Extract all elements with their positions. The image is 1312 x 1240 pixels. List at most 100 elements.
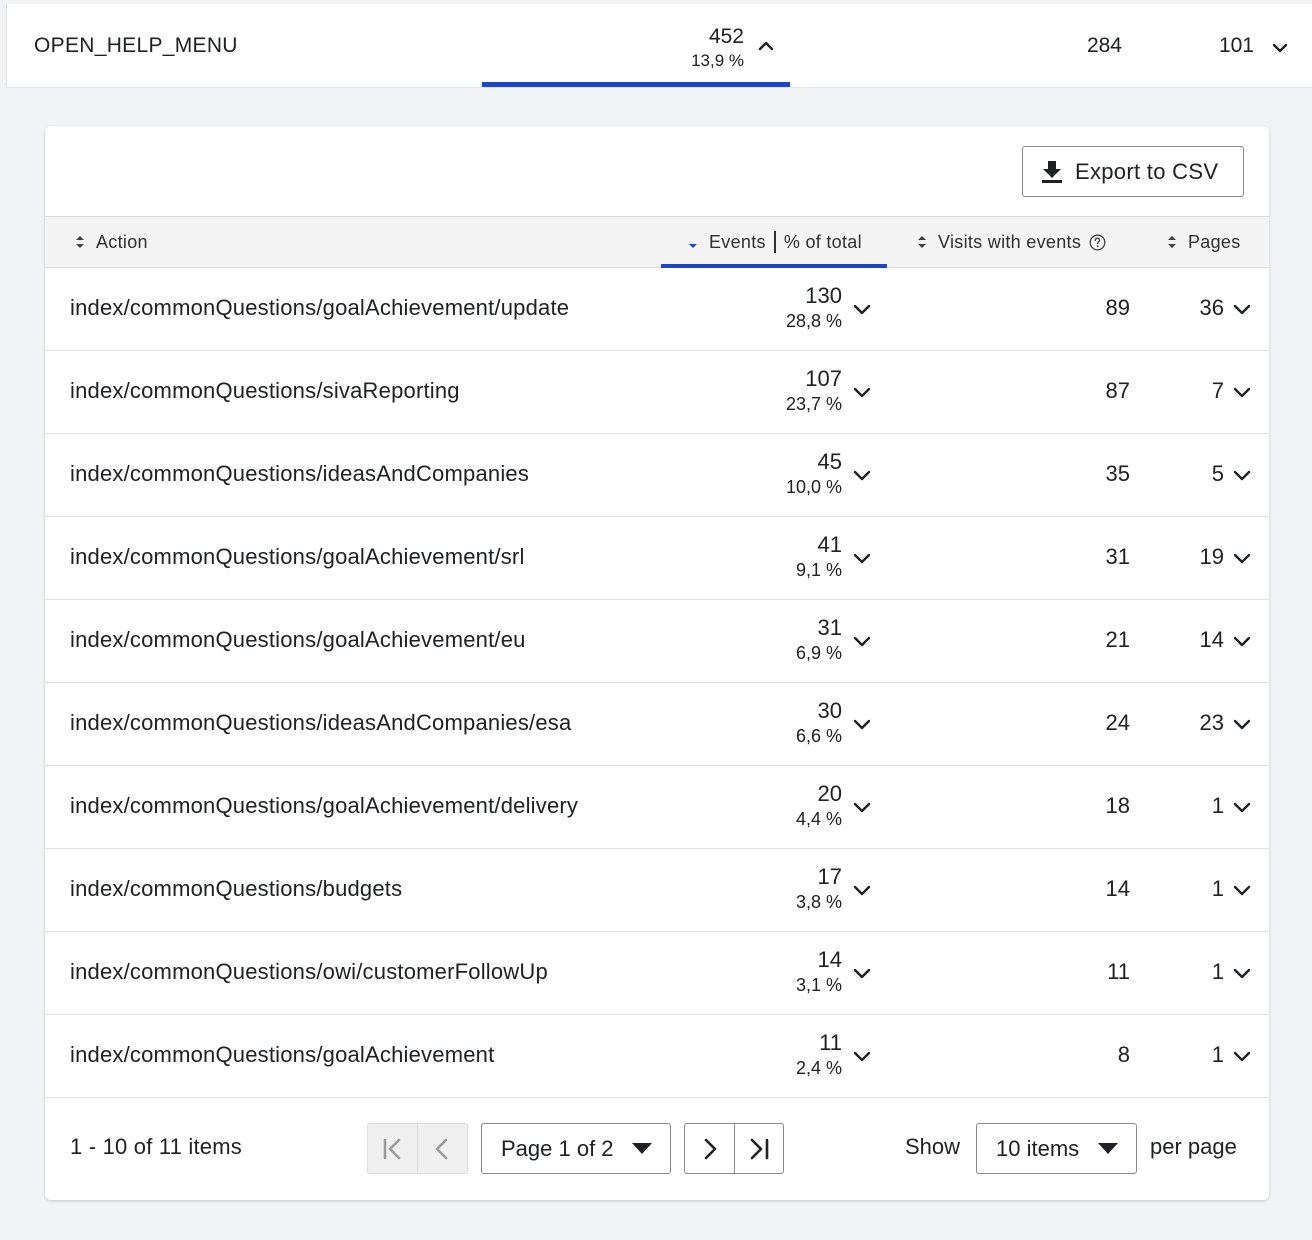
export-csv-button[interactable]: Export to CSV bbox=[1022, 146, 1244, 197]
page-select-label: Page 1 of 2 bbox=[501, 1135, 614, 1161]
first-page-icon bbox=[383, 1138, 400, 1159]
table-row[interactable]: index/commonQuestions/ideasAndCompanies/… bbox=[45, 683, 1269, 766]
row-action: index/commonQuestions/budgets bbox=[70, 876, 403, 901]
row-action: index/commonQuestions/ideasAndCompanies bbox=[70, 461, 530, 486]
chevron-down-icon[interactable] bbox=[1231, 962, 1253, 984]
row-pages-value: 1 bbox=[1211, 1042, 1224, 1067]
chevron-down-icon[interactable] bbox=[1270, 38, 1290, 58]
column-header-divider bbox=[773, 231, 776, 253]
row-visits-value: 35 bbox=[1105, 461, 1130, 486]
page-select[interactable]: Page 1 of 2 bbox=[481, 1123, 671, 1174]
row-action: index/commonQuestions/sivaReporting bbox=[70, 378, 460, 403]
row-events-value: 41 bbox=[817, 532, 842, 557]
column-header-visits[interactable]: Visits with events bbox=[917, 217, 1106, 267]
chevron-down-icon[interactable] bbox=[1231, 464, 1253, 486]
table-row[interactable]: index/commonQuestions/goalAchievement/up… bbox=[45, 268, 1269, 351]
chevron-down-icon[interactable] bbox=[851, 713, 873, 735]
row-visits-value: 21 bbox=[1105, 627, 1130, 652]
row-events-value: 17 bbox=[817, 864, 842, 889]
row-visits-value: 87 bbox=[1105, 378, 1130, 403]
row-action: index/commonQuestions/goalAchievement bbox=[70, 1042, 495, 1067]
parent-visits-value: 284 bbox=[1086, 34, 1122, 57]
per-page-label: per page bbox=[1150, 1134, 1237, 1159]
last-page-button[interactable] bbox=[734, 1124, 783, 1173]
chevron-down-icon[interactable] bbox=[851, 464, 873, 486]
chevron-down-icon[interactable] bbox=[851, 381, 873, 403]
row-events-cell: 31 6,9 % bbox=[796, 615, 842, 665]
row-visits-value: 18 bbox=[1105, 793, 1130, 818]
chevron-down-icon[interactable] bbox=[1231, 713, 1253, 735]
row-action: index/commonQuestions/ideasAndCompanies/… bbox=[70, 710, 572, 735]
items-per-page-select[interactable]: 10 items bbox=[976, 1123, 1137, 1174]
row-events-value: 107 bbox=[805, 366, 842, 391]
row-visits-value: 14 bbox=[1105, 876, 1130, 901]
table-row[interactable]: index/commonQuestions/goalAchievement/sr… bbox=[45, 517, 1269, 600]
row-events-pct: 3,1 % bbox=[795, 975, 842, 995]
chevron-down-icon[interactable] bbox=[1231, 1045, 1253, 1067]
row-pages-value: 14 bbox=[1199, 627, 1224, 652]
column-header-pages-label: Pages bbox=[1188, 231, 1241, 252]
active-column-indicator bbox=[482, 82, 790, 87]
table-body: index/commonQuestions/goalAchievement/up… bbox=[45, 268, 1269, 1098]
row-events-pct: 3,8 % bbox=[795, 892, 842, 912]
row-events-pct: 23,7 % bbox=[785, 394, 842, 414]
row-events-value: 130 bbox=[805, 283, 842, 308]
table-row[interactable]: index/commonQuestions/sivaReporting 107 23… bbox=[45, 351, 1269, 434]
table-row[interactable]: index/commonQuestions/goalAchievement/eu… bbox=[45, 600, 1269, 683]
chevron-down-icon[interactable] bbox=[851, 879, 873, 901]
chevron-down-icon[interactable] bbox=[1231, 630, 1253, 652]
table-row[interactable]: index/commonQuestions/ideasAndCompanies 4… bbox=[45, 434, 1269, 517]
column-header-events-label: Events bbox=[709, 231, 766, 252]
column-header-action[interactable]: Action bbox=[75, 217, 148, 267]
table-row[interactable]: index/commonQuestions/goalAchievement/de… bbox=[45, 766, 1269, 849]
items-per-page-label: 10 items bbox=[996, 1135, 1080, 1161]
row-pages-value: 7 bbox=[1211, 378, 1224, 403]
chevron-down-icon[interactable] bbox=[1231, 547, 1253, 569]
next-page-button[interactable] bbox=[685, 1124, 734, 1173]
table-row[interactable]: index/commonQuestions/owi/customerFollow… bbox=[45, 932, 1269, 1015]
chevron-down-icon[interactable] bbox=[1231, 381, 1253, 403]
help-icon[interactable] bbox=[1089, 234, 1106, 251]
caret-down-icon bbox=[1098, 1143, 1118, 1154]
row-visits-value: 11 bbox=[1107, 959, 1130, 984]
column-header-pct-label: % of total bbox=[783, 231, 862, 252]
column-header-pages[interactable]: Pages bbox=[1167, 217, 1241, 267]
row-events-pct: 2,4 % bbox=[795, 1058, 842, 1078]
download-icon bbox=[1042, 160, 1062, 183]
prev-page-button[interactable] bbox=[418, 1124, 467, 1173]
row-events-value: 14 bbox=[817, 947, 842, 972]
column-header-visits-label: Visits with events bbox=[938, 231, 1082, 252]
chevron-down-icon[interactable] bbox=[1231, 298, 1253, 320]
chevron-down-icon[interactable] bbox=[851, 796, 873, 818]
show-label: Show bbox=[905, 1134, 961, 1159]
caret-down-icon bbox=[632, 1143, 652, 1154]
chevron-down-icon[interactable] bbox=[851, 962, 873, 984]
row-events-cell: 45 10,0 % bbox=[786, 449, 842, 499]
chevron-up-icon[interactable] bbox=[756, 36, 776, 56]
row-action: index/commonQuestions/goalAchievement/eu bbox=[70, 627, 526, 652]
sort-icon bbox=[918, 236, 926, 248]
row-events-pct: 10,0 % bbox=[785, 477, 842, 497]
chevron-down-icon[interactable] bbox=[1231, 879, 1253, 901]
row-events-value: 45 bbox=[817, 449, 842, 474]
prev-page-icon bbox=[435, 1138, 447, 1159]
row-visits-value: 8 bbox=[1117, 1042, 1130, 1067]
table-row[interactable]: index/commonQuestions/budgets 17 3,8 % 14 1 bbox=[45, 849, 1269, 932]
row-events-cell: 17 3,8 % bbox=[796, 864, 842, 914]
row-events-cell: 107 23,7 % bbox=[786, 366, 842, 416]
chevron-down-icon[interactable] bbox=[851, 630, 873, 652]
row-pages-value: 36 bbox=[1199, 295, 1224, 320]
row-pages-value: 5 bbox=[1211, 461, 1224, 486]
row-events-value: 31 bbox=[817, 615, 842, 640]
parent-row-open-help-menu[interactable]: OPEN_HELP_MENU 452 13,9 % 284 101 bbox=[6, 4, 1312, 88]
row-pages-value: 23 bbox=[1199, 710, 1224, 735]
first-page-button[interactable] bbox=[368, 1124, 417, 1173]
chevron-down-icon[interactable] bbox=[851, 547, 873, 569]
chevron-down-icon[interactable] bbox=[851, 298, 873, 320]
sort-icon bbox=[1168, 236, 1176, 248]
chevron-down-icon[interactable] bbox=[1231, 796, 1253, 818]
chevron-down-icon[interactable] bbox=[851, 1045, 873, 1067]
table-row[interactable]: index/commonQuestions/goalAchievement 11 2… bbox=[45, 1015, 1269, 1098]
row-events-value: 20 bbox=[817, 781, 842, 806]
column-header-events[interactable]: Events % of total bbox=[688, 217, 862, 267]
